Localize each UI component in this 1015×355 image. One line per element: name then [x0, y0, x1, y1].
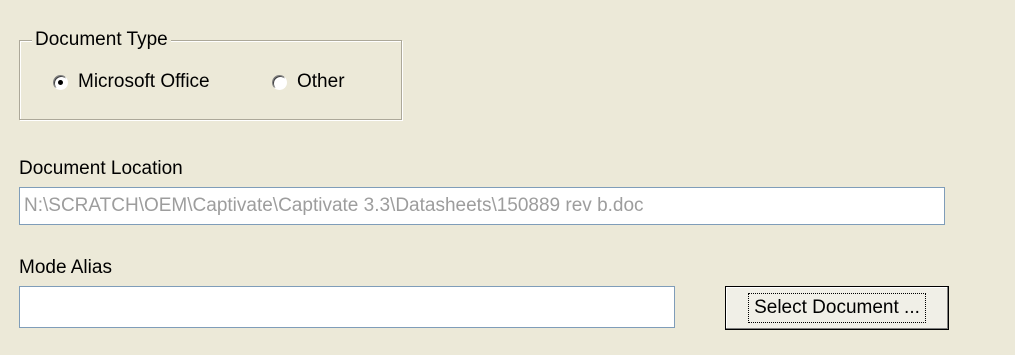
document-type-group-label: Document Type: [32, 28, 171, 52]
document-location-label: Document Location: [19, 158, 183, 179]
radio-other[interactable]: Other: [272, 69, 345, 95]
mode-alias-label: Mode Alias: [19, 257, 112, 278]
radio-checked-icon[interactable]: [53, 74, 68, 90]
radio-microsoft-office[interactable]: Microsoft Office: [53, 69, 210, 95]
mode-alias-input[interactable]: [19, 286, 675, 328]
select-document-button-label: Select Document ...: [748, 293, 926, 323]
select-document-button[interactable]: Select Document ...: [725, 286, 949, 330]
radio-other-label: Other: [297, 71, 345, 92]
radio-microsoft-office-label: Microsoft Office: [78, 71, 210, 92]
radio-unchecked-icon[interactable]: [272, 74, 287, 90]
document-location-field: N:\SCRATCH\OEM\Captivate\Captivate 3.3\D…: [19, 187, 945, 225]
